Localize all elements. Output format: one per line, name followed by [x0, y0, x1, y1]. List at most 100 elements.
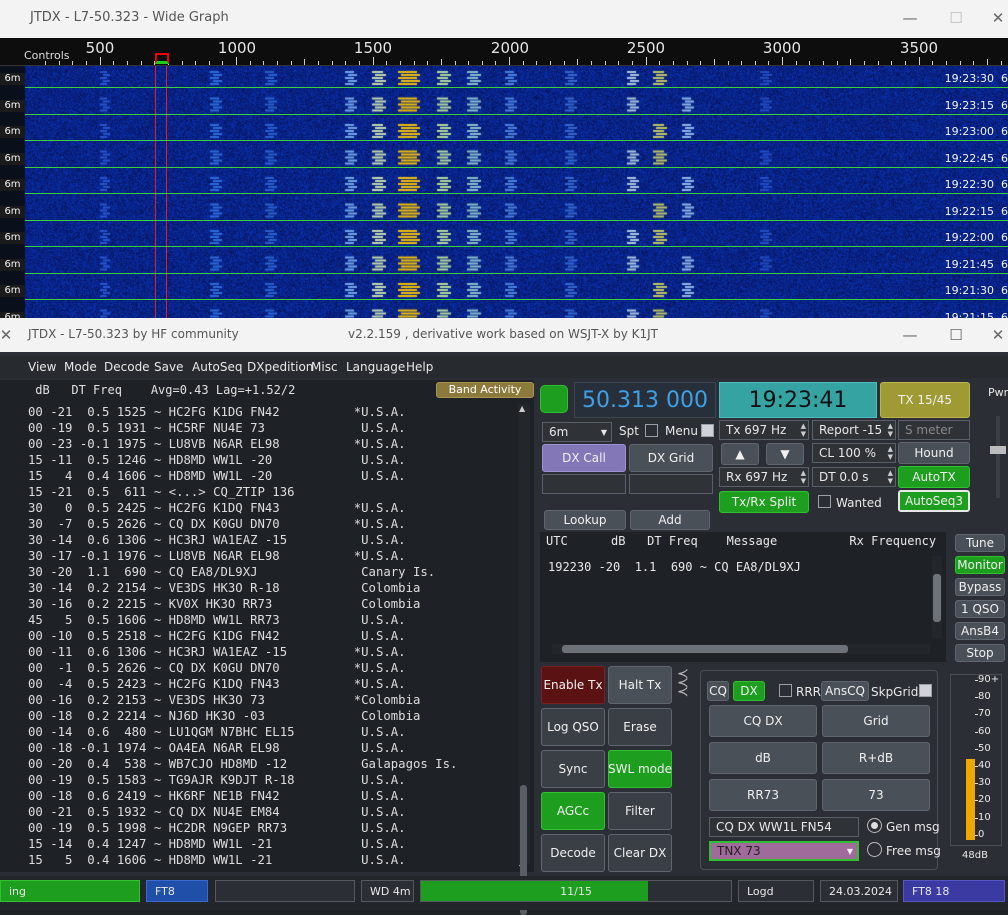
decode-line[interactable]: 00 -16 0.2 2153 ~ VE3DS HK3O 73 *Colombi… — [28, 692, 520, 708]
spin-down-icon[interactable]: ▼ — [888, 477, 893, 485]
tx-period-button[interactable]: TX 15/45 — [880, 382, 970, 418]
decode-line[interactable]: 15 -21 0.5 611 ~ <...> CQ_ZTIP 136 — [28, 484, 520, 500]
scroll-up-icon[interactable]: ▲ — [519, 404, 525, 413]
menu-checkbox[interactable] — [701, 424, 714, 437]
erase-button[interactable]: Erase — [608, 708, 672, 746]
decode-line[interactable]: 00 -21 0.5 1932 ~ CQ DX NU4E EM84 U.S.A. — [28, 804, 520, 820]
minimize-icon[interactable]: — — [898, 323, 922, 347]
rx-decode-line[interactable]: 192230 -20 1.1 690 ~ CQ EA8/DL9XJ — [548, 560, 801, 574]
decode-line[interactable]: 00 -18 -0.1 1974 ~ OA4EA N6AR EL98 U.S.A… — [28, 740, 520, 756]
add-button[interactable]: Add — [630, 510, 710, 530]
spin-up-icon[interactable]: ▲ — [801, 422, 806, 430]
autotx-button[interactable]: AutoTX — [898, 466, 970, 488]
decode-line[interactable]: 00 -20 0.4 538 ~ WB7CJO HD8MD -12 Galapa… — [28, 756, 520, 772]
spin-up-icon[interactable]: ▲ — [888, 469, 893, 477]
sync-button[interactable]: Sync — [541, 750, 605, 788]
decode-line[interactable]: 15 -11 0.5 1246 ~ HD8MD WW1L -20 U.S.A. — [28, 452, 520, 468]
close-icon[interactable]: ✕ — [986, 323, 1008, 347]
anscq-button[interactable]: AnsCQ — [821, 681, 869, 701]
dx-button[interactable]: DX — [733, 681, 765, 701]
tx-frequency-spinbox[interactable]: Tx 697 Hz ▲ ▼ — [719, 420, 809, 440]
free-msg-radio[interactable] — [867, 842, 882, 857]
decode-line[interactable]: 30 -7 0.5 2626 ~ CQ DX K0GU DN70 *U.S.A. — [28, 516, 520, 532]
dt-spinbox[interactable]: DT 0.0 s ▲ ▼ — [812, 467, 896, 487]
swl-mode-button[interactable]: SWL mode — [608, 750, 672, 788]
db-button[interactable]: dB — [709, 742, 817, 774]
ansb4-button[interactable]: AnsB4 — [955, 622, 1005, 640]
wanted-checkbox[interactable] — [818, 495, 831, 508]
decode-button[interactable]: Decode — [541, 834, 605, 872]
rx-frequency-pane[interactable]: UTC dB DT Freq Message Rx Frequency 1922… — [540, 532, 946, 662]
decode-line[interactable]: 15 5 0.4 1606 ~ HD8MD WW1L -21 U.S.A. — [28, 852, 520, 868]
decode-line[interactable]: 30 0 0.5 2425 ~ HC2FG K1DQ FN43 *U.S.A. — [28, 500, 520, 516]
cq-dx-button[interactable]: CQ DX — [709, 705, 817, 737]
decode-line[interactable]: 00 -11 0.6 1306 ~ HC3RJ WA1EAZ -15 *U.S.… — [28, 644, 520, 660]
close-icon[interactable]: ✕ — [0, 323, 18, 347]
decode-line[interactable]: 30 -14 0.2 2154 ~ VE3DS HK3O R-18 Colomb… — [28, 580, 520, 596]
decode-line[interactable]: 00 -19 0.5 1583 ~ TG9AJR K9DJT R-18 U.S.… — [28, 772, 520, 788]
filter-button[interactable]: Filter — [608, 792, 672, 830]
controls-label[interactable]: Controls — [24, 49, 70, 62]
decode-line[interactable]: 00 -18 0.2 2214 ~ NJ6D HK3O -03 Colombia — [28, 708, 520, 724]
s-meter-field[interactable]: S meter — [898, 420, 970, 440]
band-activity-button[interactable]: Band Activity — [436, 382, 534, 398]
cl-spinbox[interactable]: CL 100 % ▲ ▼ — [812, 443, 896, 463]
log-qso-button[interactable]: Log QSO — [541, 708, 605, 746]
decode-line[interactable]: 00 -1 0.5 2626 ~ CQ DX K0GU DN70 *U.S.A. — [28, 660, 520, 676]
rx-frequency-spinbox[interactable]: Rx 697 Hz ▲ ▼ — [719, 467, 809, 487]
decode-line[interactable]: 00 -19 0.5 1998 ~ HC2DR N9GEP RR73 U.S.A… — [28, 820, 520, 836]
dial-frequency[interactable]: 50.313 000 — [574, 382, 716, 418]
spin-down-icon[interactable]: ▼ — [801, 430, 806, 438]
seventy-three-button[interactable]: 73 — [822, 779, 930, 811]
menu-decode[interactable]: Decode — [104, 360, 150, 374]
band-activity-pane[interactable]: dB DT Freq Avg=0.43 Lag=+1.52/2 Band Act… — [0, 380, 534, 915]
waterfall[interactable]: 6m 19:23:30 6 6m 19:23:15 6 6m 19:23:00 6 6m 19:22… — [0, 66, 1008, 327]
decode-line[interactable]: 15 -14 0.4 1247 ~ HD8MD WW1L -21 U.S.A. — [28, 836, 520, 852]
pwr-slider[interactable] — [996, 416, 1000, 498]
rx-horizontal-scrollbar[interactable] — [552, 644, 930, 654]
dx-call-field[interactable] — [542, 474, 626, 494]
autoseq3-button[interactable]: AutoSeq3 — [898, 490, 970, 512]
bypass-button[interactable]: Bypass — [955, 578, 1005, 596]
decode-list[interactable]: 00 -21 0.5 1525 ~ HC2FG K1DG FN42 *U.S.A… — [28, 404, 520, 868]
halt-tx-button[interactable]: Halt Tx — [608, 666, 672, 704]
decode-line[interactable]: 00 -4 0.5 2423 ~ HC2FG K1DQ FN43 *U.S.A. — [28, 676, 520, 692]
decode-line[interactable]: 45 5 0.5 1606 ~ HD8MD WW1L RR73 U.S.A. — [28, 612, 520, 628]
menu-language[interactable]: Language — [346, 360, 405, 374]
menu-autoseq[interactable]: AutoSeq — [192, 360, 242, 374]
spin-up-icon[interactable]: ▲ — [888, 422, 893, 430]
pwr-slider-handle[interactable] — [990, 446, 1006, 454]
menu-save[interactable]: Save — [154, 360, 183, 374]
r-db-button[interactable]: R+dB — [822, 742, 930, 774]
menu-misc[interactable]: Misc — [311, 360, 338, 374]
rx-frequency-marker[interactable] — [155, 53, 169, 64]
clear-dx-button[interactable]: Clear DX — [608, 834, 672, 872]
menu-view[interactable]: View — [28, 360, 56, 374]
spin-down-icon[interactable]: ▼ — [888, 453, 893, 461]
main-titlebar[interactable]: ✕ JTDX - L7-50.323 by HF community v2.2.… — [0, 318, 1008, 352]
stop-button[interactable]: Stop — [955, 644, 1005, 662]
gen-msg-field[interactable]: CQ DX WW1L FN54 — [709, 817, 859, 837]
decode-line[interactable]: 30 -16 0.2 2215 ~ KV0X HK3O RR73 Colombi… — [28, 596, 520, 612]
band-select[interactable]: 6m ▼ — [542, 422, 612, 442]
tune-button[interactable]: Tune — [955, 534, 1005, 552]
cq-button[interactable]: CQ — [707, 681, 729, 701]
tx-rx-split-button[interactable]: Tx/Rx Split — [719, 491, 809, 513]
rx-scroll-thumb[interactable] — [933, 574, 941, 622]
decode-line[interactable]: 00 -18 0.6 2419 ~ HK6RF NE1B FN42 U.S.A. — [28, 788, 520, 804]
decode-line[interactable]: 30 -17 -0.1 1976 ~ LU8VB N6AR EL98 *U.S.… — [28, 548, 520, 564]
grid-button[interactable]: Grid — [822, 705, 930, 737]
one-qso-button[interactable]: 1 QSO — [955, 600, 1005, 618]
dx-call-button[interactable]: DX Call — [542, 444, 626, 472]
freq-up-button[interactable]: ▲ — [721, 443, 759, 465]
rx-hscroll-thumb[interactable] — [562, 645, 848, 653]
menu-mode[interactable]: Mode — [64, 360, 97, 374]
lookup-button[interactable]: Lookup — [544, 510, 626, 530]
enable-tx-button[interactable]: Enable Tx — [541, 666, 605, 704]
decode-line[interactable]: 00 -23 -0.1 1975 ~ LU8VB N6AR EL98 *U.S.… — [28, 436, 520, 452]
dx-grid-button[interactable]: DX Grid — [629, 444, 713, 472]
spin-up-icon[interactable]: ▲ — [801, 469, 806, 477]
rr73-button[interactable]: RR73 — [709, 779, 817, 811]
spt-checkbox[interactable] — [645, 424, 658, 437]
monitor-button[interactable]: Monitor — [955, 556, 1005, 574]
